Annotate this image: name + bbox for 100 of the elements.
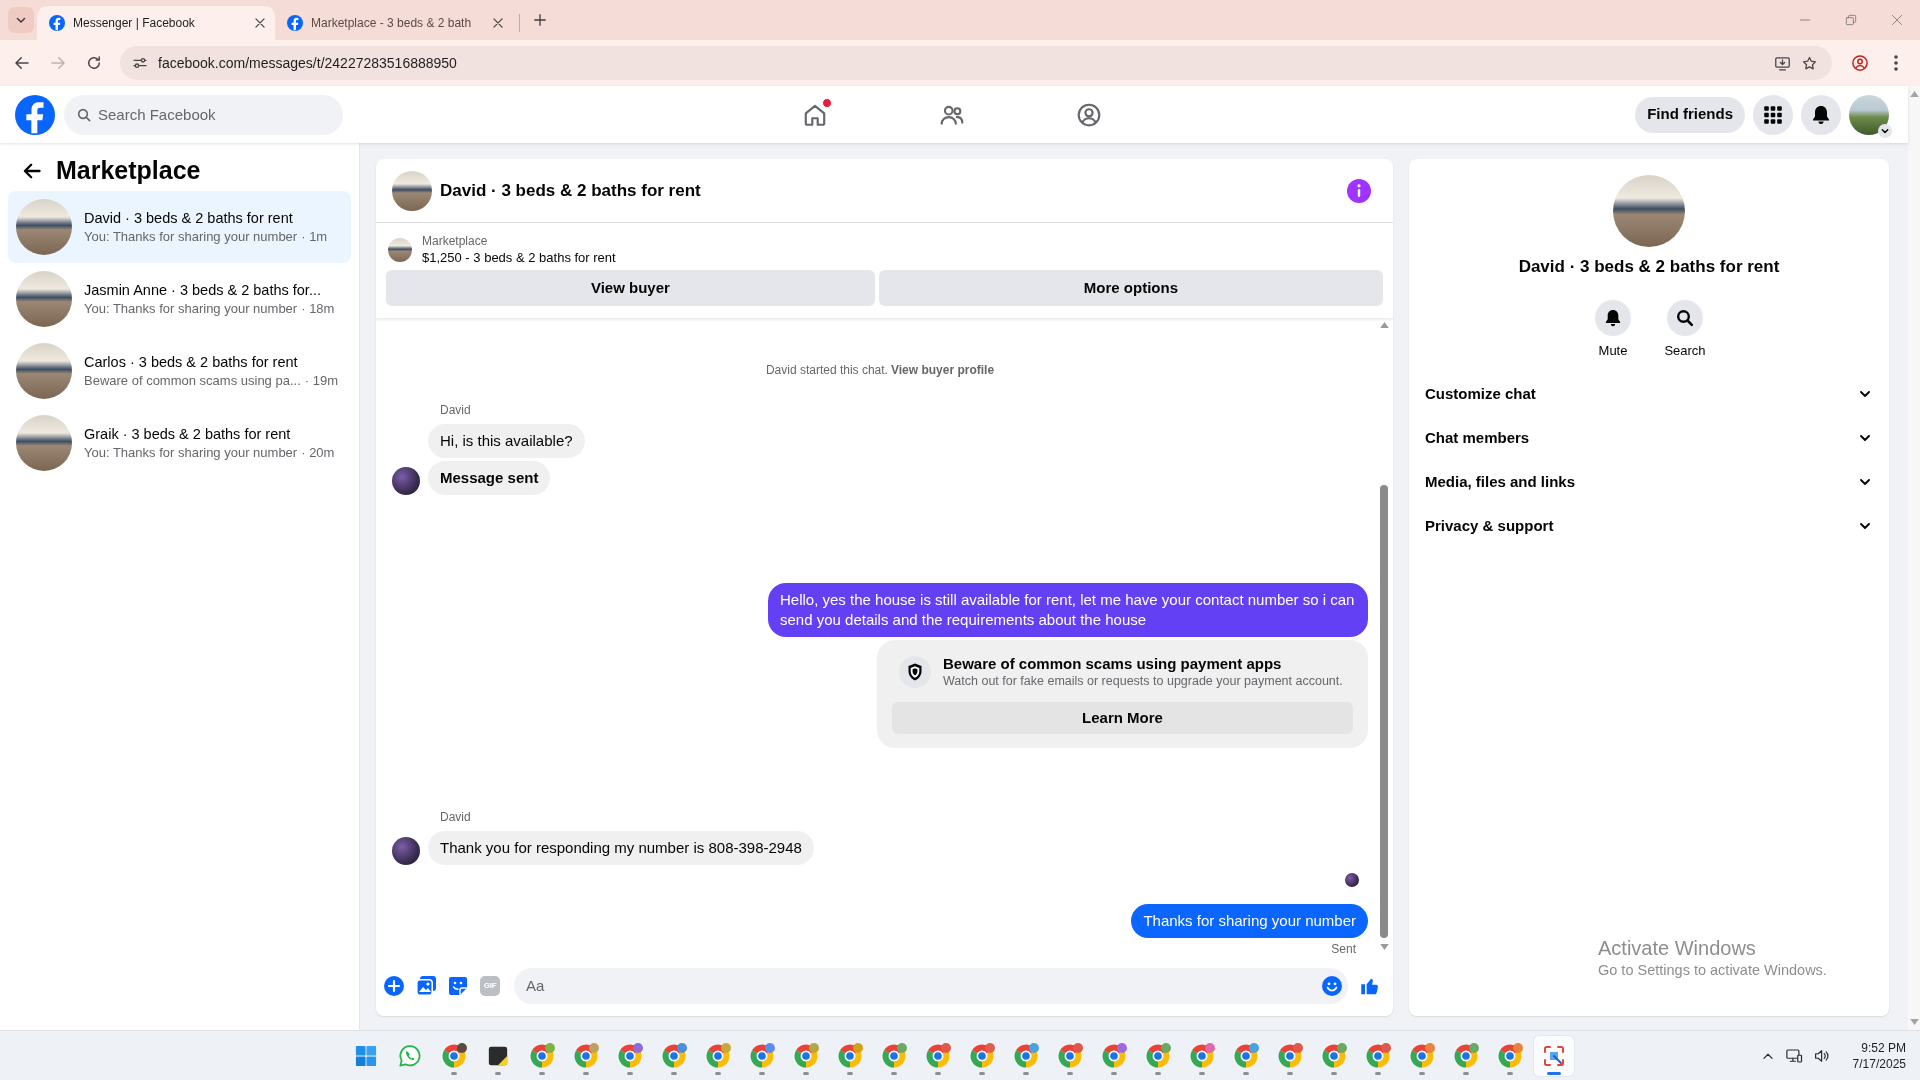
scrollbar-thumb[interactable] [1380, 485, 1388, 938]
accordion-item[interactable]: Media, files and links [1425, 460, 1873, 504]
conversation-item[interactable]: Graik · 3 beds & 2 baths for rent You: Thanks for sharing your number · 20m [8, 407, 351, 479]
message-time: · 1m [301, 228, 328, 246]
logo-icon [49, 15, 65, 31]
address-bar[interactable]: facebook.com/messages/t/24227283516888950 [120, 46, 1832, 80]
page-title: Marketplace [56, 155, 201, 187]
mute-button[interactable]: Mute [1581, 299, 1645, 360]
plus-icon[interactable] [533, 13, 547, 27]
message-bubble: Thanks for sharing your number [1131, 904, 1368, 938]
conversation-item[interactable]: Jasmin Anne · 3 beds & 2 baths for... You: Thanks for sharing your number · 18m [8, 263, 351, 335]
profile-icon[interactable] [1851, 54, 1869, 72]
sender-name: David [440, 809, 472, 826]
chat-start-notice: David started this chat. View buyer profile [764, 362, 996, 379]
network-icon[interactable] [1784, 1046, 1803, 1065]
accordion-item[interactable]: Customize chat [1425, 372, 1873, 416]
photo-placeholder [392, 170, 432, 211]
bell-icon[interactable] [1801, 94, 1841, 135]
message-time: · 18m [301, 300, 335, 318]
scroll-down-icon[interactable] [1379, 944, 1389, 950]
site-info-icon[interactable] [132, 55, 148, 71]
bell-icon [1595, 299, 1631, 336]
conversation-item[interactable]: Carlos · 3 beds & 2 baths for rent Beware of common scams using pa... · 19m [8, 335, 351, 407]
photo-placeholder [16, 415, 72, 471]
logo-icon[interactable] [15, 94, 55, 135]
plus-icon[interactable] [384, 975, 404, 996]
star-icon[interactable] [1801, 54, 1818, 72]
scroll-up-icon[interactable] [1379, 322, 1389, 328]
message-field[interactable]: Aa [514, 967, 1348, 1004]
scroll-up-icon[interactable] [1909, 91, 1919, 97]
close-icon[interactable] [491, 16, 505, 30]
avatar-placeholder[interactable] [1849, 94, 1889, 135]
message-preview: You: Thanks for sharing your number [84, 228, 298, 246]
message-bubble: Hello, yes the house is still available for rent, let me have your contact number so i can send you details and the requirements about the house [768, 583, 1368, 637]
close-icon[interactable] [253, 16, 267, 30]
warning-title: Beware of common scams using payment apps [943, 654, 1283, 673]
delivery-status: Sent [1331, 941, 1356, 958]
conversation-name: Graik · 3 beds & 2 baths for rent [84, 425, 292, 444]
conversation-title: David · 3 beds & 2 baths for rent [1518, 256, 1780, 278]
note-icon [487, 1044, 509, 1067]
warning-text: Watch out for fake emails or requests to upgrade your payment account. [943, 673, 1343, 690]
photo-placeholder [16, 343, 72, 399]
more-menu-icon[interactable] [1894, 55, 1898, 71]
message-time: · 19m [304, 372, 338, 390]
message-bubble: Hi, is this available? [428, 424, 585, 458]
search-field[interactable]: Search Facebook [64, 94, 343, 135]
activation-notice-text: Go to Settings to activate Windows. [1598, 962, 1827, 980]
image-icon[interactable] [416, 975, 436, 996]
photo-placeholder [388, 237, 412, 262]
photo-placeholder [16, 199, 72, 255]
chevron-down-icon[interactable] [1878, 123, 1892, 138]
listing-label: Marketplace [422, 233, 489, 249]
phone-bubble-icon [398, 1043, 422, 1068]
message-bubble: Thank you for responding my number is 808-398-2948 [428, 831, 814, 865]
browser-tab[interactable]: Marketplace - 3 beds & 2 bath [275, 6, 513, 40]
logo-icon [287, 15, 303, 31]
clock-time: 9:52 PM [1860, 1039, 1906, 1056]
action-button[interactable]: More options [878, 270, 1383, 306]
photo-placeholder [16, 271, 72, 327]
back-arrow-icon[interactable] [22, 161, 42, 181]
search-icon [1667, 299, 1703, 336]
avatar-placeholder [392, 837, 420, 865]
activation-notice-title: Activate Windows [1598, 936, 1757, 960]
scroll-down-icon[interactable] [1909, 1019, 1919, 1025]
person-circle-icon[interactable] [1076, 101, 1102, 128]
sender-name: David [440, 402, 472, 419]
tab-list-button[interactable] [8, 7, 34, 33]
buyer-profile-link[interactable]: View buyer profile [890, 363, 995, 377]
conversation-item[interactable]: David · 3 beds & 2 baths for rent You: Thanks for sharing your number · 1m [8, 191, 351, 263]
listing-title: $1,250 - 3 beds & 2 baths for rent [422, 249, 616, 266]
search-button[interactable]: Search [1653, 299, 1717, 360]
avatar-placeholder [392, 467, 420, 495]
conversation-name: Jasmin Anne · 3 beds & 2 baths for... [84, 281, 322, 300]
find-friends-button[interactable]: Find friends [1635, 96, 1745, 133]
accordion-item[interactable]: Chat members [1425, 416, 1873, 460]
action-button[interactable]: View buyer [386, 270, 875, 306]
search-icon [76, 106, 92, 123]
start-menu-icon [355, 1044, 377, 1067]
info-icon[interactable] [1347, 178, 1371, 203]
conversation-name: Carlos · 3 beds & 2 baths for rent [84, 353, 299, 372]
reload-icon[interactable] [85, 54, 103, 72]
browser-tab[interactable]: Messenger | Facebook [37, 6, 275, 40]
message-preview: You: Thanks for sharing your number [84, 444, 298, 462]
message-preview: Beware of common scams using pa... [84, 372, 301, 390]
restore-icon[interactable] [1844, 13, 1858, 27]
conversation-name: David · 3 beds & 2 baths for rent [84, 209, 294, 228]
chat-title: David · 3 beds & 2 baths for rent [440, 179, 702, 202]
grid-menu-icon[interactable] [1753, 94, 1793, 135]
learn-more-button[interactable]: Learn More [892, 702, 1353, 734]
install-icon[interactable] [1774, 54, 1791, 72]
message-bubble: Message sent [428, 461, 551, 495]
shield-icon [899, 656, 931, 688]
message-preview: You: Thanks for sharing your number [84, 300, 298, 318]
sticker-icon[interactable] [448, 975, 468, 996]
back-arrow-icon[interactable] [13, 54, 31, 72]
accordion-item[interactable]: Privacy & support [1425, 504, 1873, 548]
smiley-icon[interactable] [1322, 975, 1342, 996]
message-time: · 20m [301, 444, 335, 462]
clock-date: 7/17/2025 [1852, 1055, 1906, 1072]
snip-icon [1542, 1043, 1566, 1068]
